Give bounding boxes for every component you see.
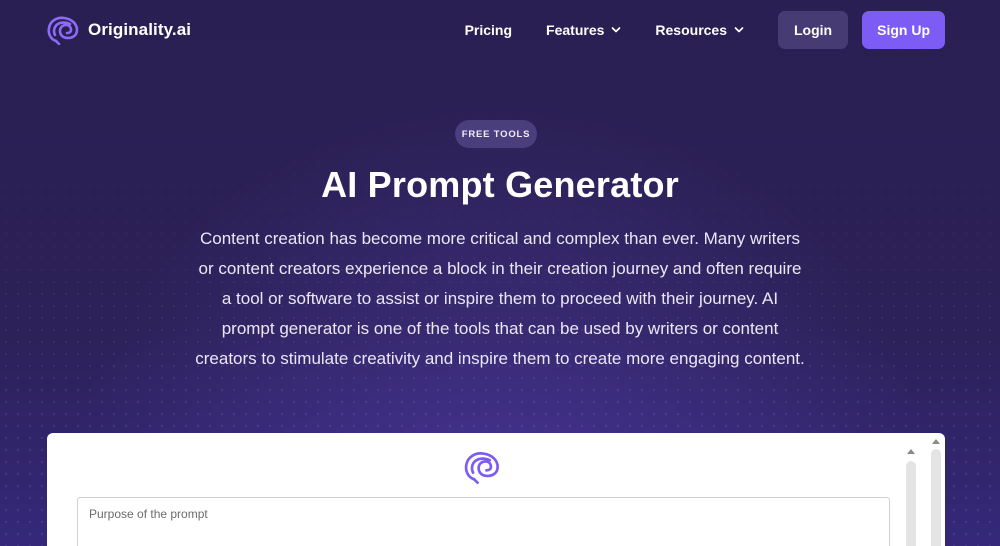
page-title: AI Prompt Generator	[321, 164, 679, 205]
chevron-down-icon	[734, 27, 744, 33]
brain-logo-icon	[47, 16, 79, 45]
scroll-thumb[interactable]	[931, 449, 941, 546]
description-line: prompt generator is one of the tools tha…	[221, 319, 779, 338]
nav-item-features[interactable]: Features	[546, 22, 621, 38]
hero-description: Content creation has become more critica…	[170, 224, 830, 374]
brain-logo-icon	[464, 452, 499, 484]
chevron-down-icon	[612, 27, 621, 33]
main-nav: Pricing Features Resources Login Sign Up	[465, 11, 945, 49]
nav-item-label: Resources	[655, 22, 727, 38]
login-button[interactable]: Login	[778, 11, 849, 49]
scroll-up-icon[interactable]	[932, 439, 940, 444]
nav-item-label: Pricing	[464, 22, 513, 38]
description-line: creators to stimulate creativity and ins…	[195, 349, 805, 368]
description-line: Content creation has become more critica…	[200, 229, 800, 248]
site-header: Originality.ai Pricing Features Resource…	[0, 0, 1000, 60]
nav-item-label: Features	[546, 22, 605, 38]
outer-scrollbar[interactable]	[930, 435, 942, 546]
brand-name: Originality.ai	[88, 20, 192, 39]
nav-item-pricing[interactable]: Pricing	[465, 22, 512, 38]
signup-button[interactable]: Sign Up	[862, 11, 945, 49]
nav-item-resources[interactable]: Resources	[655, 22, 744, 38]
inner-scrollbar[interactable]	[904, 445, 918, 546]
brand-logo[interactable]: Originality.ai	[46, 14, 191, 46]
description-line: or content creators experience a block i…	[198, 259, 802, 278]
scroll-up-icon[interactable]	[907, 449, 915, 454]
prompt-generator-card	[47, 433, 945, 546]
free-tools-badge: FREE TOOLS	[455, 120, 537, 148]
scroll-thumb[interactable]	[906, 461, 916, 546]
description-line: a tool or software to assist or inspire …	[221, 289, 779, 308]
purpose-input[interactable]	[77, 497, 890, 546]
